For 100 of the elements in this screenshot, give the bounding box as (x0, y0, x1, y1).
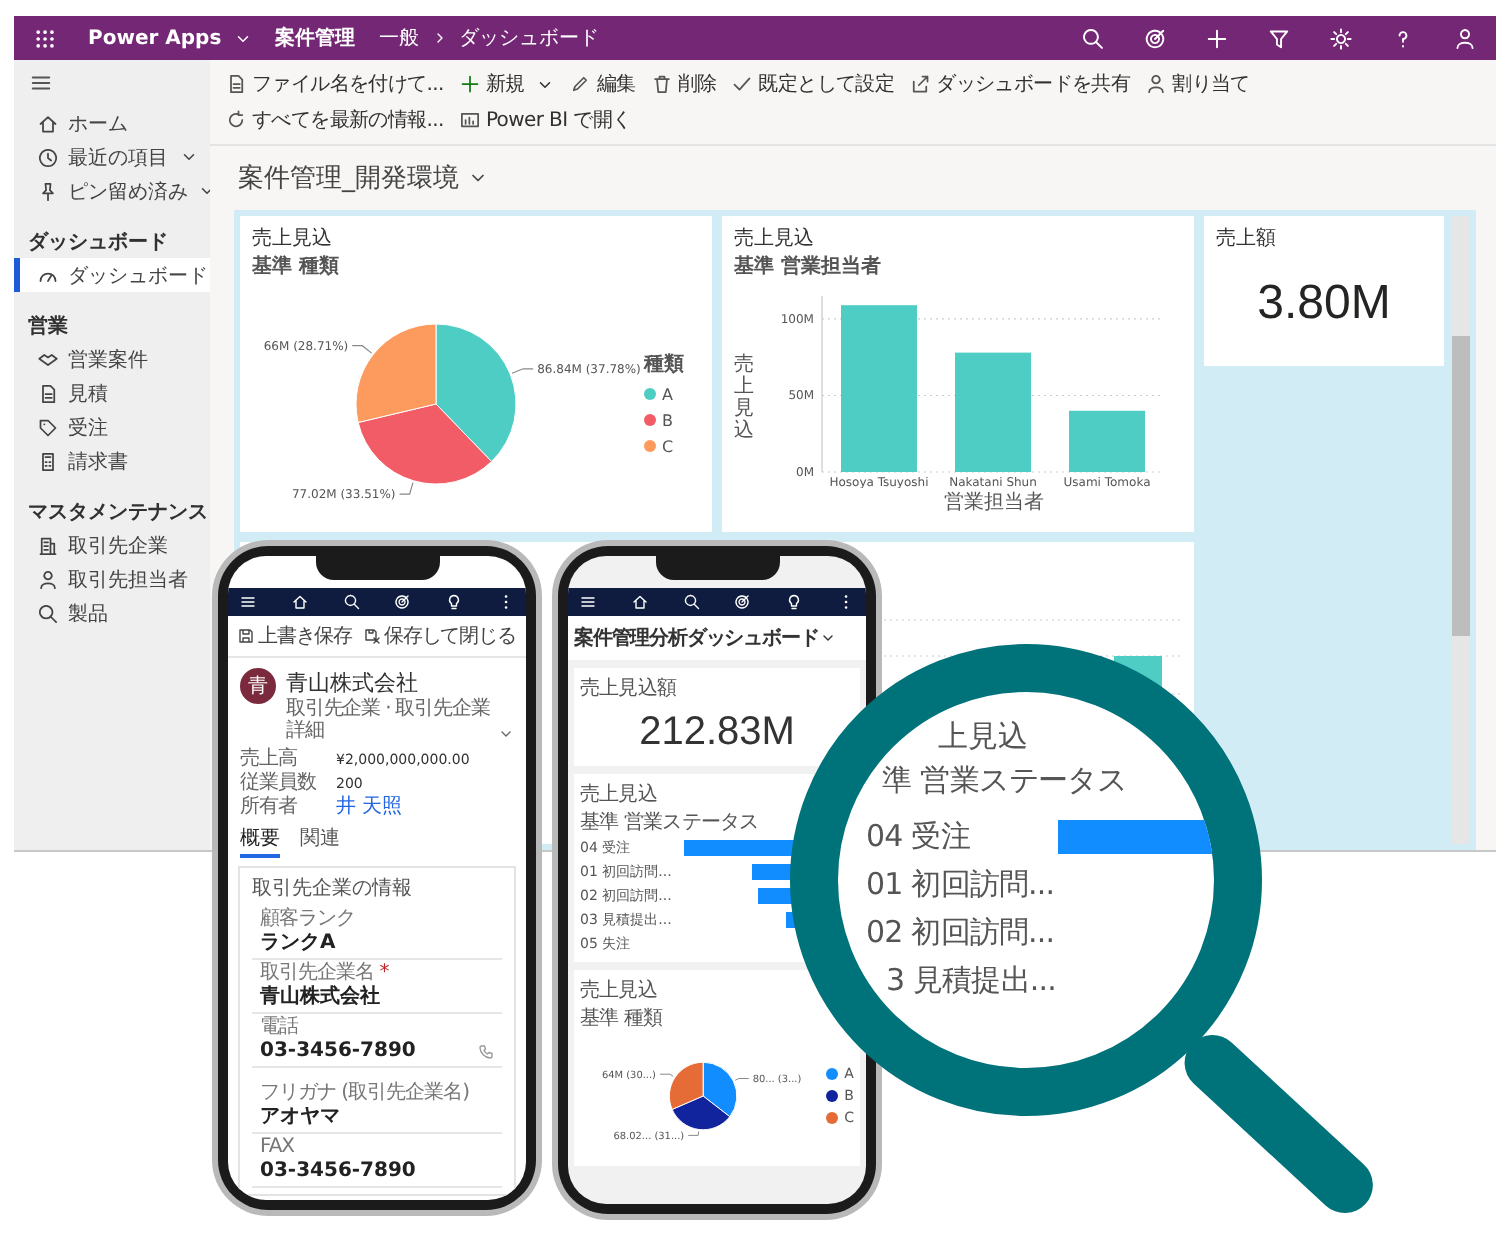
menu-icon (30, 72, 52, 94)
zoomed-category-label: 04 受注 (866, 820, 972, 854)
form-field[interactable]: 電話 03-3456-7890 (252, 1014, 502, 1068)
document-icon (38, 383, 58, 403)
search-icon (343, 594, 360, 610)
sidebar-item[interactable]: 製品 (14, 596, 210, 630)
x-axis-label: 営業担当者 (944, 489, 1044, 516)
form-field[interactable]: フリガナ (取引先企業名) アオヤマ (252, 1080, 502, 1134)
sidebar-item[interactable]: ホーム (14, 106, 210, 140)
search-icon (683, 594, 700, 610)
command-button[interactable]: 既定として設定 (732, 68, 895, 100)
sidebar-item[interactable]: 営業案件 (14, 342, 210, 376)
dashboard-title[interactable]: 案件管理_開発環境 (238, 160, 459, 196)
search-icon (1082, 27, 1104, 49)
home-icon (38, 113, 58, 133)
target-icon (1144, 27, 1166, 49)
command-button[interactable]: 削除 (651, 68, 717, 100)
leader-line (659, 1073, 674, 1077)
person-icon (1146, 74, 1167, 94)
trash-icon (651, 74, 672, 94)
sidebar-item[interactable]: ピン留め済み (14, 174, 210, 208)
sidebar-item[interactable]: 請求書 (14, 444, 210, 478)
command-button[interactable]: ファイル名を付けて... (226, 68, 444, 100)
breadcrumb-item[interactable]: ダッシュボード (459, 24, 600, 52)
tab[interactable]: 関連 (300, 824, 340, 858)
scrollbar[interactable] (1452, 216, 1470, 844)
command-button[interactable]: Power BI で開く (459, 104, 632, 136)
command-button[interactable]: 上書き保存 (238, 622, 353, 650)
card-title: 売上額 (1216, 225, 1278, 252)
pin-icon (38, 181, 58, 201)
legend-label: A (662, 385, 673, 403)
field-label: 顧客ランク (260, 908, 355, 930)
field-value: ランクA (260, 932, 336, 956)
sidebar-section-title: マスタメンテナンス (28, 500, 210, 522)
field-label: FAX (260, 1136, 295, 1158)
section-title: 取引先企業の情報 (252, 875, 414, 902)
card-title: 売上見込額 (580, 675, 679, 702)
app-area-name[interactable]: 案件管理 (275, 24, 356, 52)
menu-icon (580, 594, 596, 610)
document-icon (226, 74, 246, 94)
form-field[interactable]: FAX 03-3456-7890 (252, 1134, 502, 1188)
home-icon (291, 594, 308, 610)
plus-icon (459, 74, 480, 94)
required-mark: * (379, 962, 389, 984)
y-axis-label: 売上見込 (734, 354, 754, 442)
sidebar-item[interactable]: 受注 (14, 410, 210, 444)
zoomed-category-label: 01 初回訪問... (866, 868, 1050, 902)
phone-notch (315, 556, 439, 580)
summary-label: 従業員数 (240, 772, 318, 794)
legend-label: C (662, 437, 674, 455)
command-button[interactable]: すべてを最新の情報... (226, 104, 444, 136)
command-button[interactable]: 新規 (459, 68, 555, 100)
leader-line (398, 482, 414, 495)
header-icon-button[interactable] (1326, 23, 1356, 53)
phone-notch (655, 556, 779, 580)
sidebar-item[interactable]: 見積 (14, 376, 210, 410)
sidebar-item[interactable]: 取引先企業 (14, 528, 210, 562)
card-subtitle: 基準 営業担当者 (734, 253, 883, 280)
zoomed-category-label: 02 初回訪問... (866, 916, 1050, 950)
leader-line (734, 1078, 750, 1081)
app-name[interactable]: Power Apps (88, 27, 222, 49)
save-icon (238, 628, 254, 644)
command-button[interactable]: 割り当て (1146, 68, 1250, 100)
chevron-down-icon (820, 630, 837, 646)
zoomed-card-title: 上見込 (938, 720, 1028, 754)
sidebar-item[interactable]: ダッシュボード (14, 258, 210, 292)
share-icon (910, 74, 931, 94)
sidebar-item[interactable]: 最近の項目 (14, 140, 210, 174)
record-subtitle[interactable]: 取引先企業 · 取引先企業詳細 (286, 698, 494, 742)
menu-icon (240, 594, 256, 610)
building-icon (38, 535, 58, 555)
chevron-down-icon (498, 726, 514, 742)
owner-link[interactable]: 井 天照 (336, 796, 403, 818)
refresh-icon (226, 110, 246, 130)
chart-window-icon (459, 110, 480, 130)
kpi-value: 3.80M (1255, 276, 1393, 332)
form-field[interactable]: 顧客ランク ランクA (252, 906, 502, 960)
tab[interactable]: 概要 (240, 824, 280, 858)
form-field[interactable]: 取引先企業名 * 青山株式会社 (252, 960, 502, 1014)
summary-label: 売上高 (240, 748, 299, 770)
card-title: 売上見込 (580, 977, 659, 1004)
field-label: フリガナ (取引先企業名) (260, 1082, 469, 1104)
calculator-icon (38, 451, 58, 471)
command-button[interactable]: 保存して閉じる (364, 622, 516, 650)
breadcrumb-item[interactable]: 一般 (379, 24, 420, 52)
card-title: 売上見込 (734, 225, 816, 252)
card-subtitle: 基準 営業ステータス (580, 809, 761, 836)
tag-icon (38, 417, 58, 437)
sidebar-section-title: ダッシュボード (28, 229, 170, 252)
command-button[interactable]: ダッシュボードを共有 (910, 68, 1131, 100)
person-icon (1454, 27, 1476, 49)
waffle-icon (34, 27, 56, 49)
command-button[interactable]: 編集 (570, 68, 636, 100)
header-icon-button[interactable] (1078, 23, 1108, 53)
check-icon (732, 74, 753, 94)
leader-line (511, 368, 534, 374)
pencil-icon (570, 74, 591, 94)
clock-icon (38, 147, 58, 167)
sidebar-item[interactable]: 取引先担当者 (14, 562, 210, 596)
leader-line (687, 1130, 700, 1136)
